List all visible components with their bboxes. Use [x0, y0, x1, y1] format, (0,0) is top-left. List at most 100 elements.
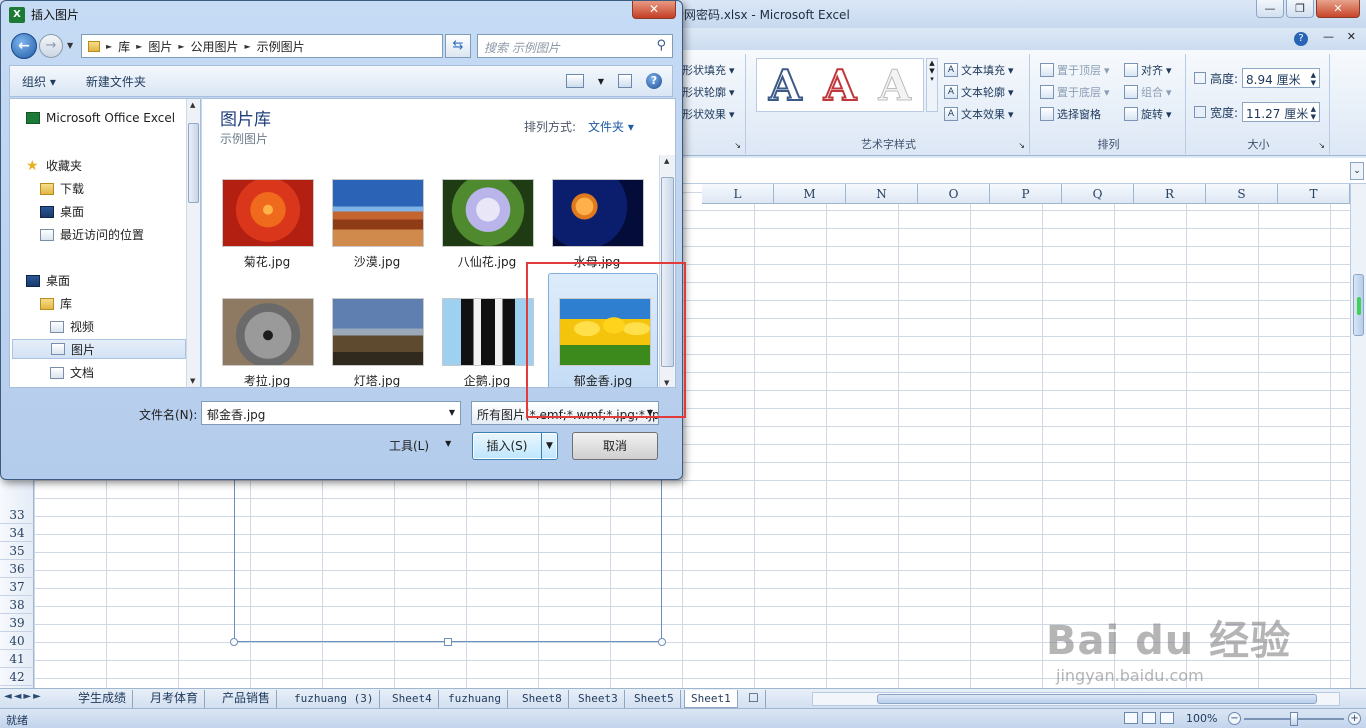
sheet-tab[interactable]: Sheet8: [516, 690, 569, 708]
sheet-tab[interactable]: Sheet1: [684, 690, 738, 708]
wordart-style-3[interactable]: A: [868, 60, 921, 110]
column-header[interactable]: P: [990, 184, 1062, 204]
normal-view-icon[interactable]: [1124, 712, 1138, 724]
zoom-out-icon[interactable]: −: [1228, 712, 1241, 725]
wordart-style-2[interactable]: A: [814, 60, 867, 111]
sheet-tab[interactable]: 产品销售: [216, 690, 278, 708]
ribbon-close-icon[interactable]: ✕: [1347, 30, 1356, 43]
wordart-style-1[interactable]: A: [759, 60, 812, 111]
selection-pane-button[interactable]: 选择窗格: [1040, 106, 1101, 122]
column-header[interactable]: T: [1278, 184, 1350, 204]
resize-handle[interactable]: [230, 638, 238, 646]
row-header[interactable]: 39: [0, 614, 34, 632]
change-view-icon[interactable]: [565, 74, 584, 88]
nav-item-downloads[interactable]: 下载: [40, 180, 84, 197]
nav-item-desktop[interactable]: 桌面: [26, 272, 70, 289]
insert-button[interactable]: 插入(S) ▼: [472, 432, 558, 460]
file-item-chrysanthemum[interactable]: 菊花.jpg: [212, 171, 322, 279]
scroll-down-icon[interactable]: ▼: [190, 377, 195, 385]
shape-effect-button[interactable]: 形状效果 ▾: [682, 106, 735, 122]
forward-arrow-icon[interactable]: →: [39, 34, 63, 58]
dialog-close-button[interactable]: ✕: [632, 1, 676, 19]
tools-button[interactable]: 工具(L) ▼: [389, 437, 451, 454]
file-item-koala[interactable]: 考拉.jpg: [212, 290, 322, 387]
breadcrumb-library[interactable]: 库: [118, 38, 130, 55]
scroll-up-icon[interactable]: ▲: [664, 157, 669, 165]
nav-scrollbar[interactable]: ▲ ▼: [186, 99, 200, 387]
breadcrumb-public-pictures[interactable]: 公用图片: [191, 38, 239, 55]
scroll-thumb[interactable]: [188, 123, 199, 203]
sheet-tab[interactable]: fuzhuang (3): [288, 690, 381, 708]
breadcrumb-pictures[interactable]: 图片: [148, 38, 172, 55]
row-header[interactable]: 38: [0, 596, 34, 614]
file-item-desert[interactable]: 沙漠.jpg: [322, 171, 432, 279]
wordart-gallery[interactable]: A A A: [756, 58, 924, 112]
organize-button[interactable]: 组织 ▾: [10, 73, 68, 90]
nav-item-pictures[interactable]: 图片: [12, 339, 186, 359]
row-header[interactable]: 40: [0, 632, 34, 650]
column-header[interactable]: Q: [1062, 184, 1134, 204]
row-header[interactable]: 35: [0, 542, 34, 560]
insert-sheet-icon[interactable]: ☐: [742, 690, 766, 708]
dialog-launcher-icon[interactable]: ↘: [1018, 141, 1025, 150]
text-outline-button[interactable]: A 文本轮廓 ▾: [944, 84, 1014, 100]
nav-item-desktop-fav[interactable]: 桌面: [40, 203, 84, 220]
gallery-scroll[interactable]: ▲ ▼ ▾: [926, 58, 938, 112]
nav-item-library[interactable]: 库: [40, 295, 72, 312]
ribbon-help-icon[interactable]: ?: [1294, 32, 1308, 46]
refresh-icon[interactable]: ⇆: [445, 34, 471, 58]
send-back-button[interactable]: 置于底层 ▾: [1040, 84, 1110, 100]
column-header[interactable]: N: [846, 184, 918, 204]
sheet-tab[interactable]: 学生成绩: [72, 690, 134, 708]
text-fill-button[interactable]: A 文本填充 ▾: [944, 62, 1014, 78]
sheet-tab[interactable]: 月考体育: [144, 690, 206, 708]
column-header[interactable]: S: [1206, 184, 1278, 204]
row-header[interactable]: 37: [0, 578, 34, 596]
column-header[interactable]: R: [1134, 184, 1206, 204]
row-header[interactable]: 34: [0, 524, 34, 542]
column-header[interactable]: L: [702, 184, 774, 204]
sheet-tab[interactable]: fuzhuang: [442, 690, 508, 708]
row-header[interactable]: 41: [0, 650, 34, 668]
minimize-button[interactable]: —: [1256, 0, 1284, 18]
new-folder-button[interactable]: 新建文件夹: [68, 73, 158, 90]
row-header[interactable]: 33: [0, 506, 34, 524]
dialog-launcher-icon[interactable]: ↘: [734, 141, 741, 150]
text-effect-button[interactable]: A 文本效果 ▾: [944, 106, 1014, 122]
resize-handle[interactable]: [444, 638, 452, 646]
group-button[interactable]: 组合 ▾: [1124, 84, 1172, 100]
expand-formula-icon[interactable]: ⌄: [1350, 162, 1364, 180]
cancel-button[interactable]: 取消: [572, 432, 658, 460]
picture-placeholder-shape[interactable]: [230, 470, 666, 646]
page-layout-icon[interactable]: [1142, 712, 1156, 724]
nav-item-videos[interactable]: 视频: [50, 318, 94, 335]
filename-input[interactable]: 郁金香.jpg ▼: [201, 401, 461, 425]
sheet-nav-arrows[interactable]: ◄ ◄ ► ►: [4, 691, 41, 702]
resize-handle[interactable]: [658, 638, 666, 646]
sheet-tab[interactable]: Sheet3: [572, 690, 625, 708]
breadcrumb-sample-pictures[interactable]: 示例图片: [257, 38, 305, 55]
dialog-launcher-icon[interactable]: ↘: [1318, 141, 1325, 150]
scroll-thumb[interactable]: [877, 694, 1317, 704]
height-input[interactable]: 8.94 厘米 ▲ ▼: [1242, 68, 1321, 88]
scroll-up-icon[interactable]: ▲: [190, 101, 195, 109]
close-button[interactable]: ✕: [1316, 0, 1360, 18]
row-header[interactable]: 42: [0, 668, 34, 686]
view-dropdown-icon[interactable]: ▼: [598, 77, 604, 86]
file-item-lighthouse[interactable]: 灯塔.jpg: [322, 290, 432, 387]
address-bar[interactable]: ► 库 ► 图片 ► 公用图片 ► 示例图片 ▼: [81, 34, 506, 58]
scroll-thumb[interactable]: [1353, 274, 1364, 336]
page-break-icon[interactable]: [1160, 712, 1174, 724]
shape-outline-button[interactable]: 形状轮廓 ▾: [682, 84, 735, 100]
vertical-scrollbar[interactable]: [1350, 184, 1366, 688]
arrange-dropdown[interactable]: 文件夹 ▾: [588, 118, 634, 135]
bring-front-button[interactable]: 置于顶层 ▾: [1040, 62, 1110, 78]
horizontal-scrollbar[interactable]: [812, 692, 1340, 706]
preview-pane-icon[interactable]: [618, 74, 632, 88]
search-input[interactable]: 搜索 示例图片 ⚲: [477, 34, 673, 58]
column-header[interactable]: M: [774, 184, 846, 204]
sheet-tab[interactable]: Sheet4: [386, 690, 439, 708]
nav-item-recent[interactable]: 最近访问的位置: [40, 226, 144, 243]
filename-dropdown-icon[interactable]: ▼: [449, 408, 455, 417]
restore-button[interactable]: ❐: [1286, 0, 1314, 18]
